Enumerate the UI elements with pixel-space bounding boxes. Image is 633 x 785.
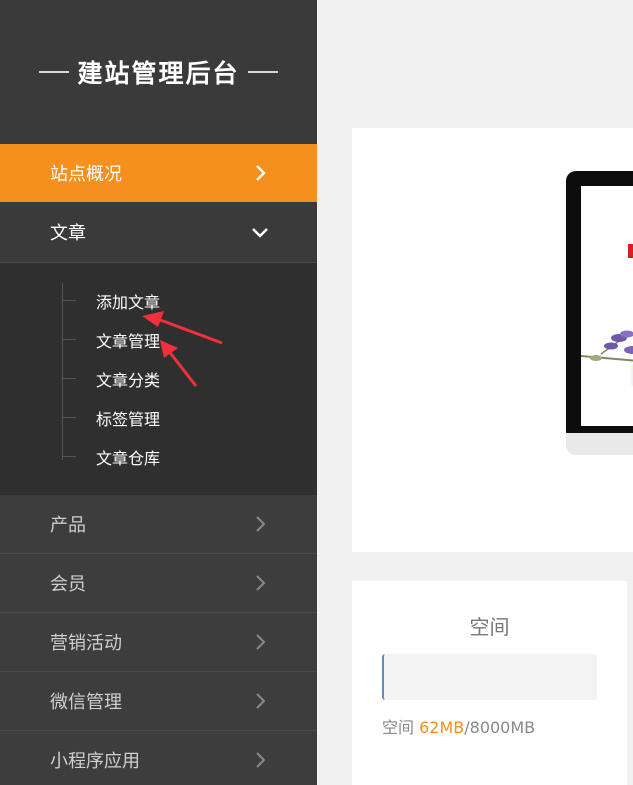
chevron-right-icon <box>251 515 269 533</box>
submenu-item-tag-manage[interactable]: 标签管理 <box>0 398 317 437</box>
monitor-illustration <box>566 171 633 456</box>
monitor-stand <box>566 433 633 455</box>
brand-header: 建站管理后台 <box>0 0 317 144</box>
sidebar-item-label: 会员 <box>50 574 86 595</box>
sidebar-item-label: 文章 <box>50 223 86 244</box>
sidebar-item-product[interactable]: 产品 <box>0 495 317 554</box>
space-progress-bar <box>382 654 597 700</box>
article-submenu: 添加文章 文章管理 文章分类 标签管理 文章仓库 <box>0 263 317 495</box>
sidebar-item-article[interactable]: 文章 <box>0 202 317 263</box>
red-mark <box>628 244 633 258</box>
submenu-item-add-article[interactable]: 添加文章 <box>0 281 317 320</box>
sidebar: 建站管理后台 站点概况 文章 添加文章 文章管理 文章分类 标签管理 文章仓库 … <box>0 0 317 785</box>
chevron-down-icon <box>251 223 269 241</box>
sidebar-item-label: 站点概况 <box>50 164 122 185</box>
sidebar-item-marketing[interactable]: 营销活动 <box>0 613 317 672</box>
lavender-image <box>581 330 633 386</box>
space-title: 空间 <box>469 615 510 639</box>
submenu-item-label: 添加文章 <box>96 292 161 312</box>
submenu-tick <box>62 456 76 457</box>
space-used-value: 62MB <box>419 718 465 737</box>
chevron-right-icon <box>251 574 269 592</box>
submenu-item-label: 文章管理 <box>96 331 161 351</box>
monitor-screen <box>581 186 633 426</box>
chevron-right-icon <box>251 751 269 769</box>
sidebar-item-miniprogram[interactable]: 小程序应用 <box>0 731 317 785</box>
sidebar-item-wechat[interactable]: 微信管理 <box>0 672 317 731</box>
sidebar-item-label: 产品 <box>50 515 86 536</box>
space-total-value: 8000MB <box>469 718 536 737</box>
space-usage-text: 空间 62MB/8000MB <box>382 714 535 738</box>
submenu-item-label: 文章仓库 <box>96 448 161 468</box>
space-card: 空间 空间 62MB/8000MB <box>352 581 627 785</box>
submenu-tick <box>62 300 76 301</box>
sidebar-item-label: 微信管理 <box>50 692 122 713</box>
chevron-right-icon <box>251 692 269 710</box>
submenu-item-article-manage[interactable]: 文章管理 <box>0 320 317 359</box>
submenu-item-article-category[interactable]: 文章分类 <box>0 359 317 398</box>
sidebar-item-label: 小程序应用 <box>50 751 140 772</box>
submenu-tick <box>62 417 76 418</box>
brand-divider-left <box>39 71 70 73</box>
submenu-item-article-repo[interactable]: 文章仓库 <box>0 437 317 476</box>
sidebar-item-member[interactable]: 会员 <box>0 554 317 613</box>
banner-card <box>352 128 633 552</box>
space-usage-label: 空间 <box>382 718 415 737</box>
brand-divider-right <box>247 71 278 73</box>
submenu-item-label: 标签管理 <box>96 409 161 429</box>
submenu-item-label: 文章分类 <box>96 370 161 390</box>
chevron-right-icon <box>251 633 269 651</box>
sidebar-item-label: 营销活动 <box>50 633 122 654</box>
submenu-tick <box>62 339 76 340</box>
sidebar-item-overview[interactable]: 站点概况 <box>0 144 317 202</box>
submenu-tick <box>62 378 76 379</box>
chevron-right-icon <box>251 164 269 182</box>
brand-title: 建站管理后台 <box>77 59 240 88</box>
